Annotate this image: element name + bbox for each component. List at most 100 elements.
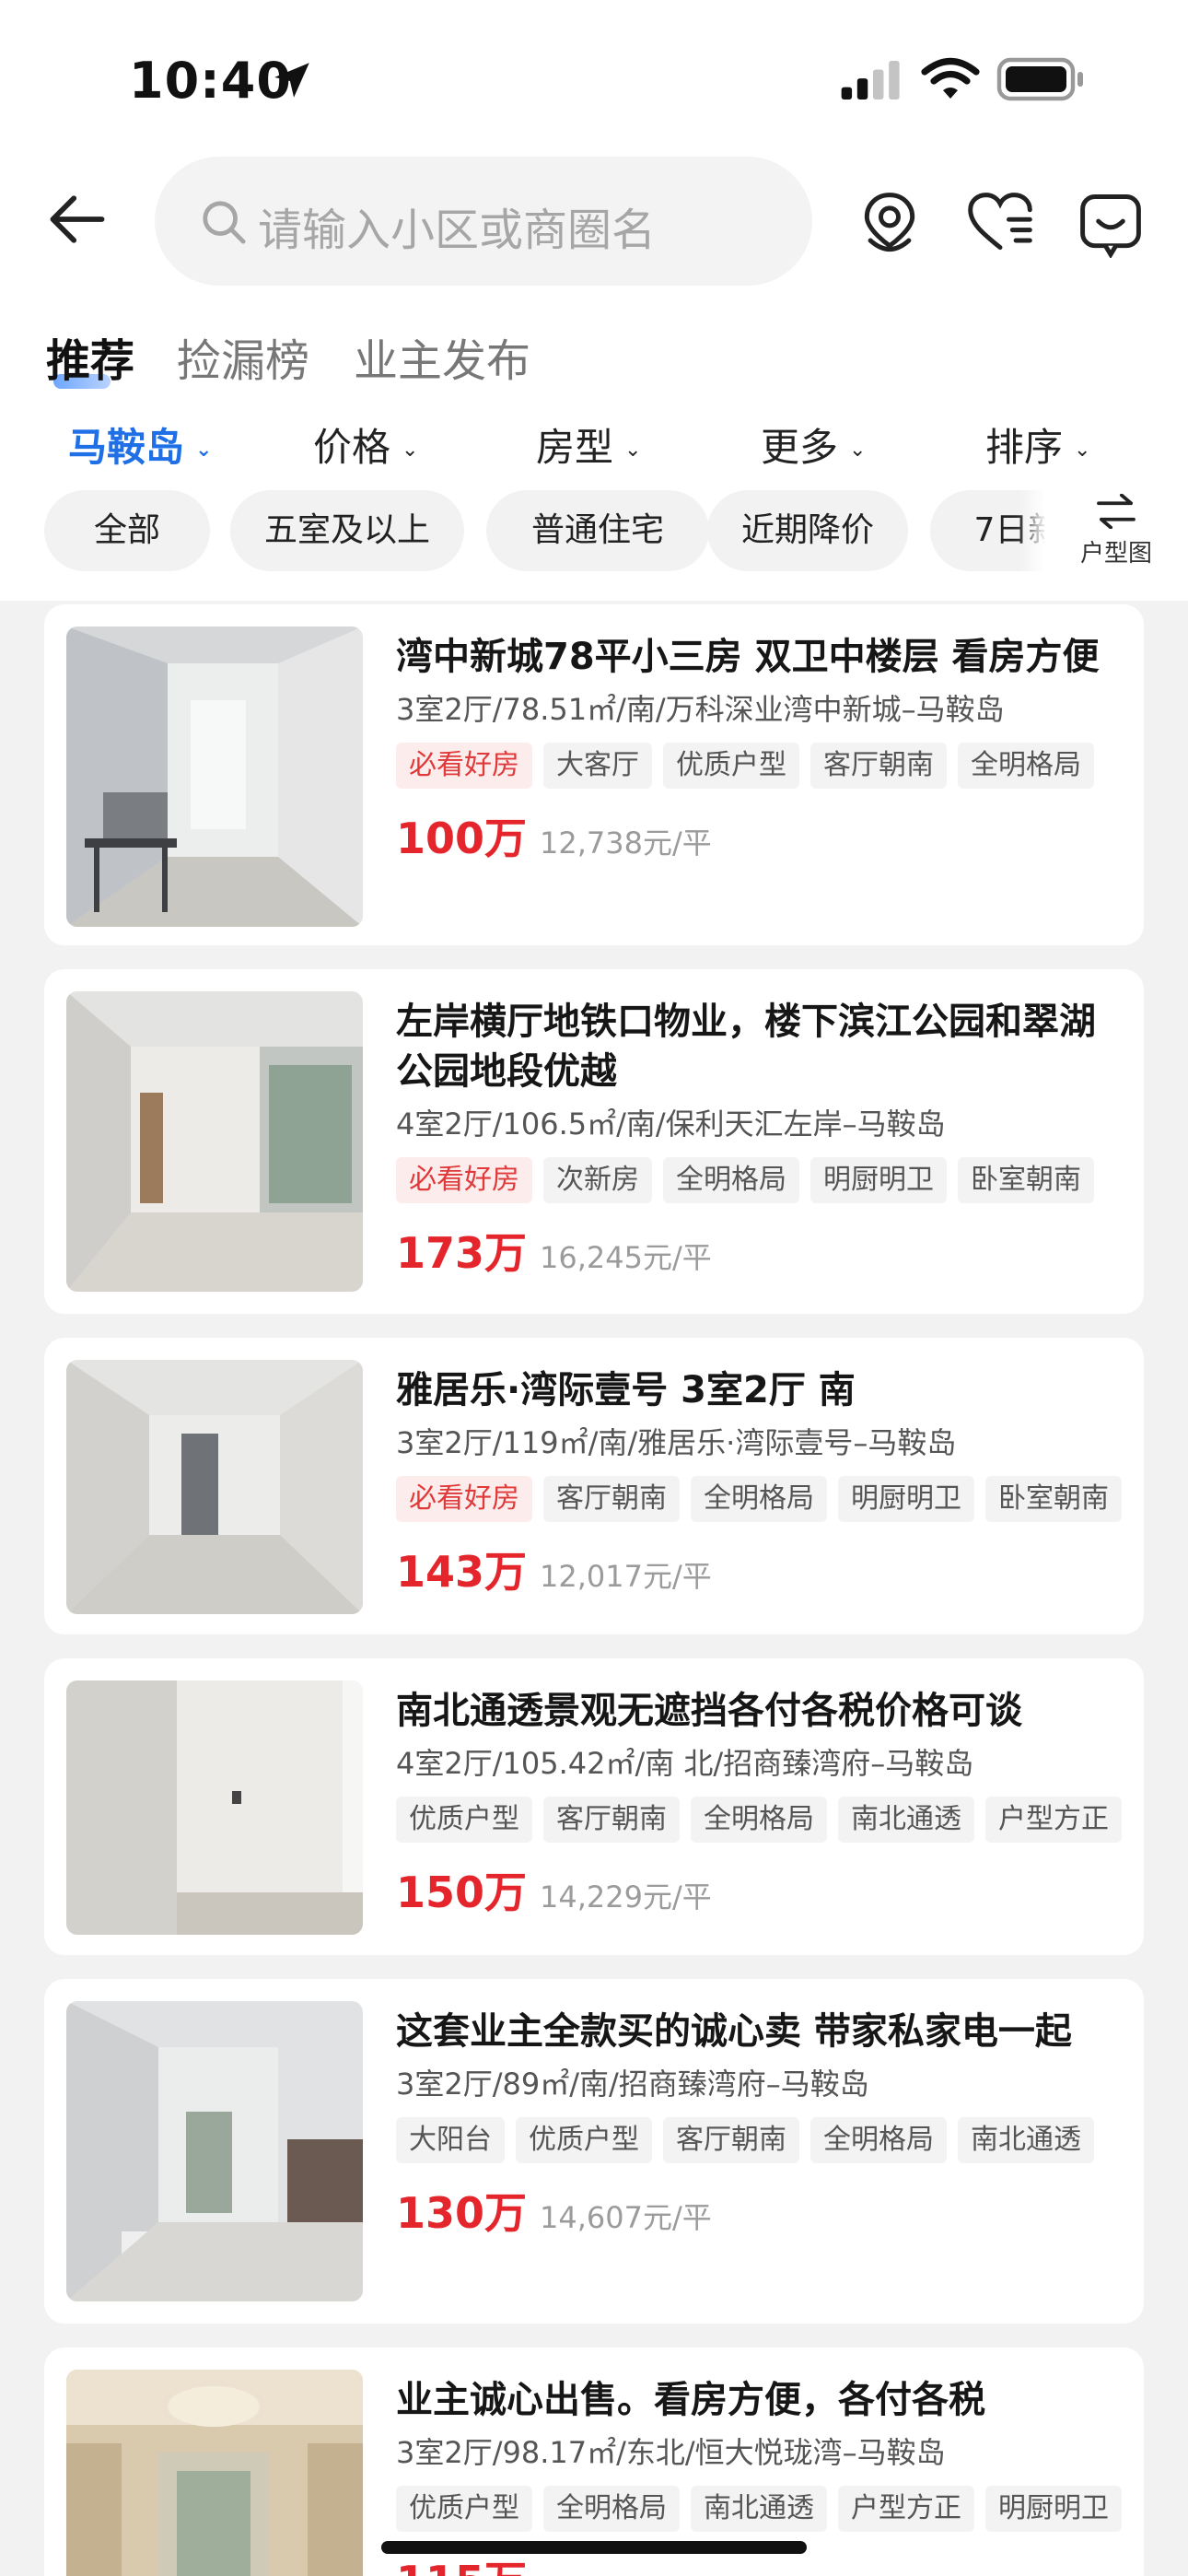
listing-info: 左岸横厅地铁口物业，楼下滨江公园和翠湖公园地段优越 4室2厅/106.5㎡/南/…: [396, 997, 1124, 1281]
listing-title: 左岸横厅地铁口物业，楼下滨江公园和翠湖公园地段优越: [396, 1001, 1096, 1093]
listing-card[interactable]: 湾中新城78平小三房 双卫中楼层 看房方便 3室2厅/78.51㎡/南/万科深业…: [44, 604, 1144, 945]
listing-meta: 3室2厅/119㎡/南/雅居乐·湾际壹号–马鞍岛: [396, 1425, 957, 1460]
map-pin-icon[interactable]: [855, 188, 925, 258]
search-placeholder: 请输入小区或商圈名: [258, 205, 657, 256]
filter-more[interactable]: 更多 ⌄: [761, 416, 866, 473]
listing-card[interactable]: 南北通透景观无遮挡各付各税价格可谈 4室2厅/105.42㎡/南 北/招商臻湾府…: [44, 1658, 1144, 1955]
tab-owner-posted[interactable]: 业主发布: [354, 324, 530, 389]
chip-five-rooms-plus[interactable]: 五室及以上: [230, 490, 464, 571]
listing-price-line: 150万 14,229元/平: [396, 1859, 1124, 1920]
listing-title: 这套业主全款买的诚心卖 带家私家电一起: [396, 2010, 1072, 2053]
listing-price-line: 173万 16,245元/平: [396, 1220, 1124, 1281]
listing-price: 143万: [396, 1547, 528, 1597]
listing-tag: 次新房: [543, 1157, 652, 1203]
listing-meta: 4室2厅/106.5㎡/南/保利天汇左岸–马鞍岛: [396, 1107, 946, 1142]
listing-tags: 必看好房 大客厅 优质户型 客厅朝南 全明格局: [396, 743, 1124, 789]
listing-photo: [66, 1360, 363, 1614]
listing-title: 湾中新城78平小三房 双卫中楼层 看房方便: [396, 636, 1100, 678]
listing-tag: 大客厅: [543, 743, 652, 789]
listing-meta: 3室2厅/89㎡/南/招商臻湾府–马鞍岛: [396, 2067, 869, 2102]
listing-tag: 南北通透: [838, 1797, 974, 1843]
chevron-down-icon: ⌄: [624, 439, 642, 462]
listing-card[interactable]: 这套业主全款买的诚心卖 带家私家电一起 3室2厅/89㎡/南/招商臻湾府–马鞍岛…: [44, 1979, 1144, 2324]
chip-ordinary-residence[interactable]: 普通住宅: [486, 490, 709, 571]
listing-title: 雅居乐·湾际壹号 3室2厅 南: [396, 1369, 856, 1411]
listing-price: 115万: [396, 2557, 527, 2576]
listing-tag: 南北通透: [958, 2117, 1094, 2163]
listing-price-line: 130万 14,607元/平: [396, 2180, 1124, 2241]
listing-tags: 优质户型 全明格局 南北通透 户型方正 明厨明卫: [396, 2486, 1124, 2532]
chip-recent-price-drop[interactable]: 近期降价: [707, 490, 908, 571]
listing-tag: 南北通透: [691, 2486, 827, 2532]
listing-tag: 全明格局: [691, 1476, 827, 1522]
back-arrow-icon[interactable]: [42, 184, 112, 254]
listing-photo: [66, 991, 363, 1292]
listing-tag: 优质户型: [396, 1797, 532, 1843]
listing-photo: [66, 2001, 363, 2301]
signal-icon: [841, 61, 900, 100]
listing-tag: 卧室朝南: [958, 1157, 1094, 1203]
listing-meta: 3室2厅/98.17㎡/东北/恒大悦珑湾–马鞍岛: [396, 2435, 946, 2470]
listing-price: 173万: [396, 1228, 528, 1278]
listing-tag: 户型方正: [838, 2486, 974, 2532]
tab-recommend[interactable]: 推荐: [46, 324, 134, 389]
listing-title: 业主诚心出售。看房方便，各付各税: [396, 2379, 985, 2421]
listing-tag: 全明格局: [543, 2486, 680, 2532]
listing-tag: 明厨明卫: [810, 1157, 947, 1203]
listing-tags: 必看好房 次新房 全明格局 明厨明卫 卧室朝南: [396, 1157, 1124, 1203]
wifi-icon: [921, 58, 980, 99]
message-icon[interactable]: [1076, 188, 1146, 258]
listing-meta: 3室2厅/78.51㎡/南/万科深业湾中新城–马鞍岛: [396, 692, 1005, 727]
filter-room-type[interactable]: 房型 ⌄: [536, 416, 641, 473]
listing-tag: 必看好房: [396, 743, 532, 789]
chip-all[interactable]: 全部: [44, 490, 210, 571]
home-indicator[interactable]: [381, 2541, 807, 2554]
listing-tag: 优质户型: [396, 2486, 532, 2532]
listing-unit-price: 12,738元/平: [540, 825, 712, 861]
battery-icon: [996, 57, 1083, 101]
chevron-down-icon: ⌄: [195, 439, 213, 462]
filter-area[interactable]: 马鞍岛 ⌄: [68, 416, 212, 473]
listing-unit-price: 14,229元/平: [540, 1879, 712, 1914]
filter-price[interactable]: 价格 ⌄: [313, 416, 418, 473]
listing-tags: 优质户型 客厅朝南 全明格局 南北通透 户型方正: [396, 1797, 1124, 1843]
listing-tag: 大阳台: [396, 2117, 505, 2163]
listing-tag: 客厅朝南: [543, 1476, 680, 1522]
listing-price: 130万: [396, 2188, 528, 2238]
layout-diagram-label: 户型图: [1079, 540, 1152, 568]
listing-price-line: 100万 12,738元/平: [396, 805, 1124, 866]
listing-tag: 户型方正: [985, 1797, 1122, 1843]
search-input[interactable]: 请输入小区或商圈名: [155, 157, 812, 286]
listing-info: 雅居乐·湾际壹号 3室2厅 南 3室2厅/119㎡/南/雅居乐·湾际壹号–马鞍岛…: [396, 1365, 1124, 1599]
tab-bargain-list[interactable]: 捡漏榜: [177, 324, 309, 389]
filter-sort[interactable]: 排序 ⌄: [985, 416, 1090, 473]
listing-tag: 必看好房: [396, 1476, 532, 1522]
chevron-down-icon: ⌄: [849, 439, 867, 462]
listing-title: 南北通透景观无遮挡各付各税价格可谈: [396, 1690, 1022, 1732]
listing-tag: 客厅朝南: [810, 743, 947, 789]
listing-tags: 大阳台 优质户型 客厅朝南 全明格局 南北通透: [396, 2117, 1124, 2163]
listing-tag: 优质户型: [516, 2117, 652, 2163]
layout-diagram-button[interactable]: 户型图: [1044, 479, 1188, 588]
listing-photo: [66, 2370, 363, 2576]
chevron-down-icon: ⌄: [1074, 439, 1091, 462]
listing-tag: 全明格局: [691, 1797, 827, 1843]
favorite-heart-icon[interactable]: [965, 188, 1035, 258]
chevron-down-icon: ⌄: [402, 439, 419, 462]
listing-tags: 必看好房 客厅朝南 全明格局 明厨明卫 卧室朝南: [396, 1476, 1124, 1522]
listing-photo: [66, 626, 363, 927]
listing-unit-price: 12,017元/平: [540, 1559, 712, 1594]
listing-price: 150万: [396, 1868, 528, 1917]
listing-info: 湾中新城78平小三房 双卫中楼层 看房方便 3室2厅/78.51㎡/南/万科深业…: [396, 632, 1124, 866]
listing-tag: 客厅朝南: [663, 2117, 799, 2163]
listing-photo: [66, 1680, 363, 1935]
search-icon: [203, 201, 246, 244]
listing-card[interactable]: 雅居乐·湾际壹号 3室2厅 南 3室2厅/119㎡/南/雅居乐·湾际壹号–马鞍岛…: [44, 1338, 1144, 1634]
listing-info: 南北通透景观无遮挡各付各税价格可谈 4室2厅/105.42㎡/南 北/招商臻湾府…: [396, 1686, 1124, 1920]
listing-tag: 全明格局: [663, 1157, 799, 1203]
listing-tag: 明厨明卫: [985, 2486, 1122, 2532]
listing-price-line: 143万 12,017元/平: [396, 1539, 1124, 1599]
listing-tag: 优质户型: [663, 743, 799, 789]
listing-card[interactable]: 左岸横厅地铁口物业，楼下滨江公园和翠湖公园地段优越 4室2厅/106.5㎡/南/…: [44, 969, 1144, 1314]
location-arrow-icon: [274, 63, 309, 98]
